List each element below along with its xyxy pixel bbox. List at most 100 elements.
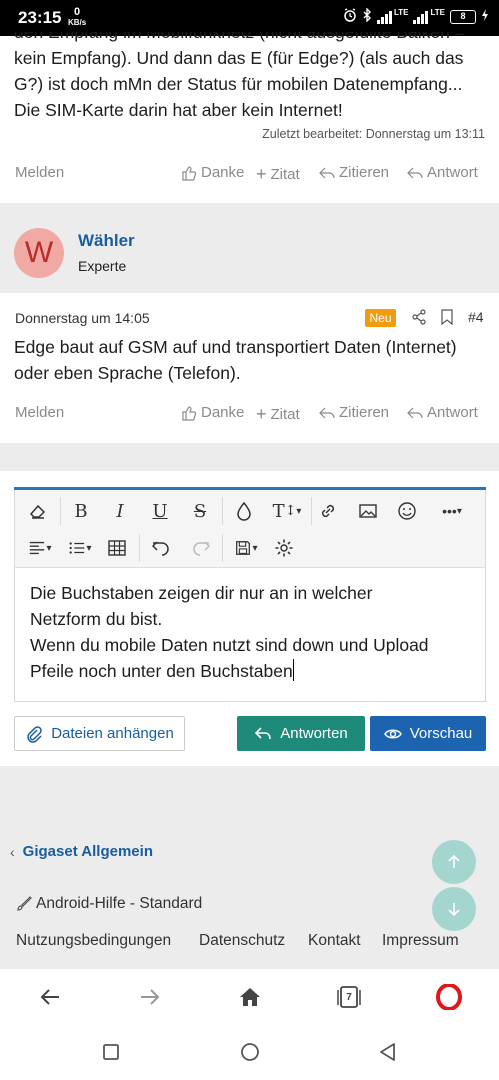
reply-label: Antwort xyxy=(427,404,478,421)
attach-label: Dateien anhängen xyxy=(51,725,174,742)
reply-icon xyxy=(407,167,423,178)
editor-line: Wenn du mobile Daten nutzt sind down und… xyxy=(30,635,429,655)
avatar[interactable]: W xyxy=(14,228,64,278)
post-text: Edge baut auf GSM auf und transportiert … xyxy=(14,334,489,386)
forum-breadcrumb[interactable]: ‹ Gigaset Allgemein xyxy=(10,843,153,860)
reply-arrow-icon xyxy=(319,407,335,418)
reply-icon xyxy=(255,726,272,739)
align-icon[interactable]: ▾ xyxy=(23,535,57,561)
forum-link[interactable]: Gigaset Allgemein xyxy=(23,843,153,860)
quote-plus-button[interactable]: + Zitat xyxy=(256,404,300,425)
strikethrough-icon[interactable]: S xyxy=(187,498,213,524)
post-actions: Melden Danke + Zitat Zitieren Antwort xyxy=(0,164,499,188)
plus-icon: + xyxy=(256,404,267,424)
opera-menu-icon[interactable] xyxy=(435,983,463,1011)
charging-icon xyxy=(481,8,489,25)
redo-icon[interactable] xyxy=(188,535,214,561)
system-navigation-bar xyxy=(0,1024,499,1080)
undo-icon[interactable] xyxy=(148,535,174,561)
style-label: Android-Hilfe - Standard xyxy=(36,895,203,912)
drafts-icon[interactable]: ▾ xyxy=(229,535,263,561)
network-speed-value: 0 xyxy=(74,6,81,18)
recents-icon[interactable] xyxy=(102,1043,120,1066)
list-icon[interactable]: ▾ xyxy=(63,535,97,561)
table-icon[interactable] xyxy=(104,535,130,561)
reply-submit-label: Antworten xyxy=(280,725,348,742)
text-line: den Empfang im Mobilfunknetz (nicht ausg… xyxy=(14,32,465,42)
toolbar-separator xyxy=(222,497,223,525)
eraser-icon[interactable] xyxy=(25,498,51,524)
italic-icon[interactable]: I xyxy=(107,498,133,524)
font-size-icon[interactable]: T ↕ ▾ xyxy=(265,498,309,524)
underline-icon[interactable]: U xyxy=(147,498,173,524)
scroll-down-button[interactable] xyxy=(432,887,476,931)
status-icons: LTE LTE 8 xyxy=(343,7,489,25)
style-chooser[interactable]: Android-Hilfe - Standard xyxy=(16,895,202,913)
preview-button[interactable]: Vorschau xyxy=(370,716,486,751)
text-line: oder eben Sprache (Telefon). xyxy=(14,363,241,383)
clock: 23:15 xyxy=(18,8,62,27)
text-line: G?) ist doch mMn der Status für mobilen … xyxy=(14,74,463,94)
image-icon[interactable] xyxy=(355,498,381,524)
preview-label: Vorschau xyxy=(409,725,473,742)
reply-button[interactable]: Antwort xyxy=(407,404,478,421)
thumbs-up-icon xyxy=(182,405,197,421)
home-icon[interactable] xyxy=(236,983,264,1011)
quote-label: Zitieren xyxy=(339,404,390,421)
color-icon[interactable] xyxy=(231,498,257,524)
more-icon[interactable]: ••• ▾ xyxy=(433,498,471,524)
share-icon[interactable] xyxy=(411,309,427,330)
report-link[interactable]: Melden xyxy=(15,164,64,181)
quote-button[interactable]: Zitieren xyxy=(319,164,389,181)
link-icon[interactable] xyxy=(315,498,341,524)
imprint-link[interactable]: Impressum xyxy=(382,932,459,950)
contact-link[interactable]: Kontakt xyxy=(308,932,361,950)
thanks-button[interactable]: Danke xyxy=(181,164,244,181)
forward-arrow-icon[interactable] xyxy=(136,983,164,1011)
editor-line: Die Buchstaben zeigen dir nur an in welc… xyxy=(30,583,373,603)
alarm-icon xyxy=(343,8,357,25)
network-speed: 0 KB/s xyxy=(68,6,86,28)
browser-toolbar: 7 xyxy=(0,968,499,1024)
editor-textarea[interactable]: Die Buchstaben zeigen dir nur an in welc… xyxy=(30,580,470,684)
new-badge: Neu xyxy=(365,309,396,327)
reply-submit-button[interactable]: Antworten xyxy=(237,716,365,751)
post-date[interactable]: Donnerstag um 14:05 xyxy=(15,310,150,326)
quote-plus-label: Zitat xyxy=(270,166,300,183)
plus-icon: + xyxy=(256,164,267,184)
toolbar-separator xyxy=(311,497,312,525)
scroll-up-button[interactable] xyxy=(432,840,476,884)
post-number[interactable]: #4 xyxy=(468,309,484,325)
reply-editor: B I U S T ↕ ▾ ••• ▾ ▾ ▾ ▾ Die Buchstaben… xyxy=(14,487,486,702)
reply-button[interactable]: Antwort xyxy=(407,164,478,181)
quote-button[interactable]: Zitieren xyxy=(319,404,389,421)
settings-icon[interactable] xyxy=(271,535,297,561)
back-arrow-icon[interactable] xyxy=(36,983,64,1011)
bluetooth-icon xyxy=(362,7,372,25)
bold-icon[interactable]: B xyxy=(68,498,94,524)
reply-icon xyxy=(407,407,423,418)
quote-plus-button[interactable]: + Zitat xyxy=(256,164,300,185)
editor-separator xyxy=(0,443,499,471)
tabs-icon[interactable]: 7 xyxy=(335,983,363,1011)
editor-toolbar: B I U S T ↕ ▾ ••• ▾ ▾ ▾ ▾ xyxy=(15,490,485,568)
thanks-button[interactable]: Danke xyxy=(181,404,244,421)
paperclip-icon xyxy=(27,725,42,743)
chevron-left-icon: ‹ xyxy=(10,843,15,860)
smiley-icon[interactable] xyxy=(394,498,420,524)
author-title: Experte xyxy=(78,258,127,274)
attach-files-button[interactable]: Dateien anhängen xyxy=(14,716,185,751)
terms-link[interactable]: Nutzungsbedingungen xyxy=(16,932,171,950)
back-button-icon[interactable] xyxy=(378,1042,398,1067)
thanks-label: Danke xyxy=(201,404,245,421)
home-button-icon[interactable] xyxy=(240,1042,260,1067)
author-name[interactable]: Wähler xyxy=(78,231,135,251)
status-bar: 23:15 0 KB/s LTE LTE 8 xyxy=(0,0,499,36)
report-link[interactable]: Melden xyxy=(15,404,64,421)
privacy-link[interactable]: Datenschutz xyxy=(199,932,285,950)
arrow-down-icon xyxy=(448,903,460,917)
text-line: Edge baut auf GSM auf und transportiert … xyxy=(14,337,457,357)
bookmark-icon[interactable] xyxy=(440,309,454,330)
toolbar-separator xyxy=(222,534,223,562)
post-actions-2: Melden Danke + Zitat Zitieren Antwort xyxy=(0,404,499,428)
